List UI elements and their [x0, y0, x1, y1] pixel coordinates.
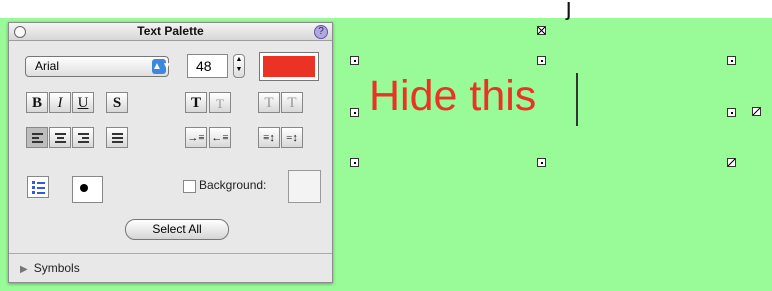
shadow-button[interactable]: S — [106, 92, 128, 113]
top-text-fragment: j — [566, 0, 572, 21]
right-middle-handle-icon[interactable] — [727, 108, 736, 117]
font-family-select[interactable]: Arial ▲▼ — [25, 56, 172, 77]
bullet-style-icon[interactable] — [72, 176, 103, 203]
text-cursor — [576, 73, 578, 126]
selected-red-color — [263, 56, 315, 77]
bulleted-list-icon[interactable] — [27, 176, 49, 198]
underline-button[interactable]: U — [72, 92, 94, 113]
line-spacing-icon[interactable]: ≡↕ — [258, 127, 280, 148]
top-right-handle-icon[interactable] — [727, 56, 736, 65]
disclosure-triangle-icon[interactable]: ▶ — [20, 264, 28, 275]
italic-button[interactable]: I — [49, 92, 71, 113]
align-left-icon[interactable] — [26, 127, 48, 148]
left-middle-handle-icon[interactable] — [350, 108, 359, 117]
align-right-icon[interactable] — [72, 127, 94, 148]
help-icon[interactable]: ? — [314, 25, 328, 39]
top-resize-handle-icon[interactable] — [537, 26, 546, 35]
superscript-button[interactable]: T — [258, 92, 280, 113]
outdent-icon[interactable]: ←≡ — [209, 127, 231, 148]
bigger-text-button[interactable]: T — [185, 92, 207, 113]
symbols-label: Symbols — [33, 261, 80, 275]
dropdown-arrow-icon[interactable]: ▲▼ — [152, 59, 172, 74]
justify-icon[interactable] — [106, 127, 128, 148]
palette-title: Text Palette — [137, 24, 204, 38]
background-checkbox[interactable] — [183, 180, 196, 193]
bold-button[interactable]: B — [26, 92, 48, 113]
top-left-handle-icon[interactable] — [350, 56, 359, 65]
bottom-middle-handle-icon[interactable] — [537, 158, 546, 167]
align-center-icon[interactable] — [49, 127, 71, 148]
select-all-button[interactable]: Select All — [125, 219, 229, 240]
text-color-swatch[interactable] — [259, 52, 319, 81]
symbols-disclosure[interactable]: ▶ Symbols — [20, 261, 80, 275]
indent-icon[interactable]: →≡ — [185, 127, 207, 148]
smaller-text-button[interactable]: T — [209, 92, 231, 113]
top-middle-handle-icon[interactable] — [537, 56, 546, 65]
bottom-left-handle-icon[interactable] — [350, 158, 359, 167]
canvas-text[interactable]: Hide this — [369, 72, 536, 121]
text-palette-window[interactable]: Text Palette ? Arial ▲▼ 48 ▲ ▼ B I U S T … — [8, 22, 333, 283]
font-family-value: Arial — [35, 59, 60, 73]
subscript-button[interactable]: T — [281, 92, 303, 113]
palette-titlebar[interactable]: Text Palette ? — [9, 23, 332, 41]
paragraph-spacing-icon[interactable]: =↕ — [281, 127, 303, 148]
background-label: Background: — [199, 178, 267, 192]
font-size-stepper[interactable]: ▲ ▼ — [233, 54, 245, 78]
symbols-separator — [9, 253, 332, 254]
top-canvas-edge — [0, 0, 772, 18]
background-color-swatch[interactable] — [288, 170, 321, 203]
bottom-right-handle-icon[interactable] — [727, 158, 736, 167]
black-bullet-icon — [80, 184, 88, 192]
rotate-handle-icon[interactable] — [752, 107, 761, 116]
font-size-value: 48 — [196, 58, 212, 74]
font-size-input[interactable]: 48 — [187, 54, 228, 78]
